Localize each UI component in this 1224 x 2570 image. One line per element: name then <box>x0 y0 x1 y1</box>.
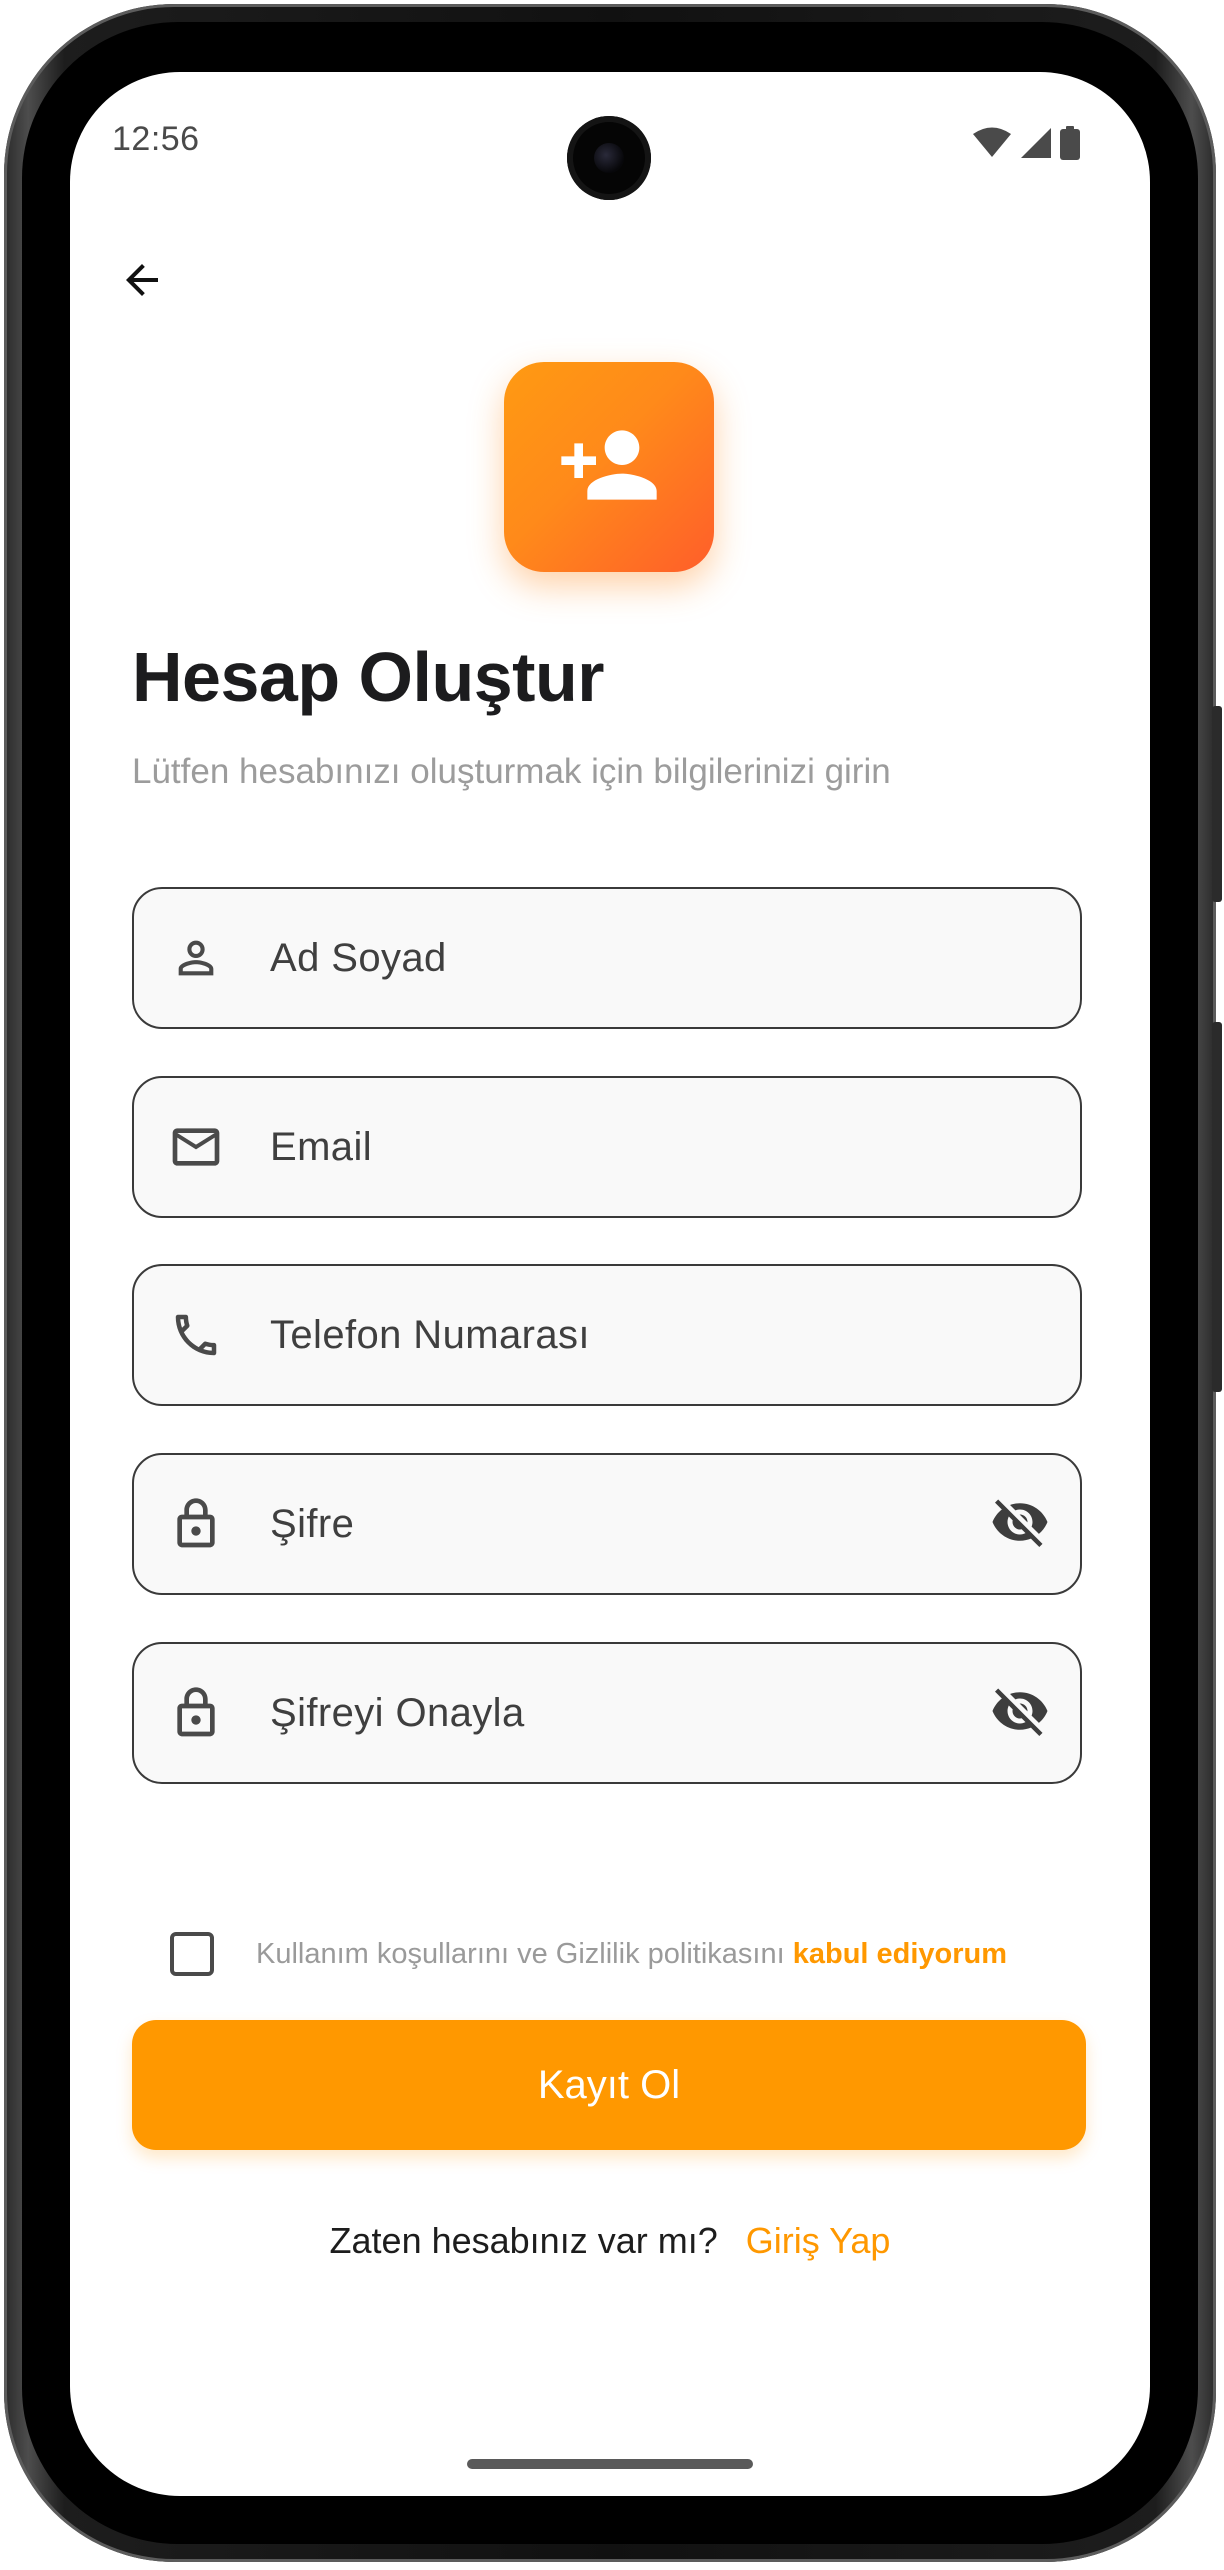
page-title: Hesap Oluştur <box>132 638 604 716</box>
page-subtitle: Lütfen hesabınızı oluşturmak için bilgil… <box>132 752 891 791</box>
confirm-password-visibility-toggle[interactable] <box>984 1677 1056 1749</box>
login-link[interactable]: Giriş Yap <box>746 2220 891 2261</box>
volume-button <box>1212 1022 1222 1392</box>
terms-label: Kullanım koşullarını ve Gizlilik politik… <box>256 1937 785 1970</box>
phone-input[interactable] <box>270 1312 1080 1358</box>
home-indicator[interactable] <box>467 2459 753 2469</box>
status-icons <box>972 126 1080 165</box>
password-field[interactable] <box>132 1453 1082 1595</box>
app-logo <box>504 362 714 572</box>
confirm-password-field[interactable] <box>132 1642 1082 1784</box>
person-icon <box>168 930 224 986</box>
email-field[interactable] <box>132 1076 1082 1218</box>
signal-icon <box>1020 127 1052 164</box>
visibility-off-icon <box>990 1681 1050 1746</box>
status-time: 12:56 <box>112 120 200 158</box>
power-button <box>1212 706 1222 902</box>
mail-icon <box>168 1119 224 1175</box>
register-button[interactable]: Kayıt Ol <box>132 2020 1086 2150</box>
person-add-icon <box>557 413 661 522</box>
battery-icon <box>1060 126 1080 165</box>
visibility-off-icon <box>990 1492 1050 1557</box>
front-camera <box>567 116 651 200</box>
fullname-field[interactable] <box>132 887 1082 1029</box>
back-button[interactable] <box>106 246 178 318</box>
email-input[interactable] <box>270 1124 1080 1170</box>
password-visibility-toggle[interactable] <box>984 1488 1056 1560</box>
wifi-icon <box>972 127 1012 164</box>
confirm-password-input[interactable] <box>270 1690 984 1736</box>
terms-row: Kullanım koşullarını ve Gizlilik politik… <box>170 1932 1007 1976</box>
camera-lens <box>594 143 624 173</box>
login-prompt-text: Zaten hesabınız var mı? <box>329 2220 718 2261</box>
password-input[interactable] <box>270 1501 984 1547</box>
app-screen: 12:56 Hesap Oluştur Lütfen hesabınızı ol… <box>70 72 1150 2496</box>
terms-accept-link[interactable]: kabul ediyorum <box>793 1938 1007 1970</box>
phone-field[interactable] <box>132 1264 1082 1406</box>
lock-icon <box>168 1496 224 1552</box>
phone-icon <box>168 1307 224 1363</box>
lock-icon <box>168 1685 224 1741</box>
login-prompt-row: Zaten hesabınız var mı? Giriş Yap <box>70 2220 1150 2262</box>
arrow-left-icon <box>118 256 166 309</box>
fullname-input[interactable] <box>270 935 1080 981</box>
terms-checkbox[interactable] <box>170 1932 214 1976</box>
terms-text: Kullanım koşullarını ve Gizlilik politik… <box>256 1938 1007 1971</box>
